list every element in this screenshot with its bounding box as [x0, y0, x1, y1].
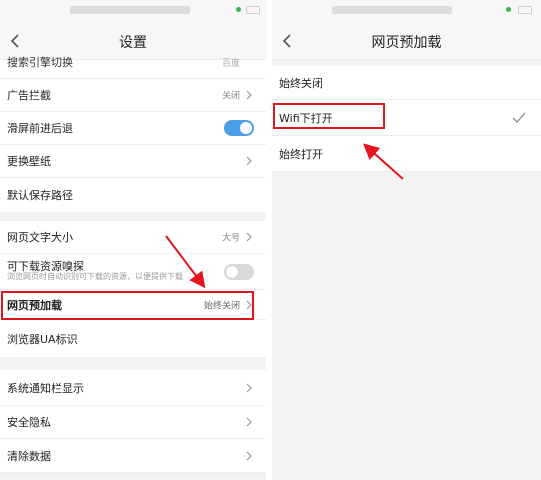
chevron-right-icon	[246, 90, 252, 100]
status-bar-faint	[70, 6, 190, 14]
battery-icon	[246, 6, 260, 14]
status-bar	[0, 0, 266, 22]
settings-row-resource-sniff[interactable]: 可下载资源嗅探 浏览网页时自动识别可下载的资源，以便提供下载	[0, 254, 266, 290]
signal-dot	[236, 7, 241, 12]
row-sublabel: 浏览网页时自动识别可下载的资源，以便提供下载	[7, 272, 183, 281]
row-label: 安全隐私	[7, 416, 51, 429]
row-value: 百度	[221, 59, 240, 69]
row-label: 默认保存路径	[7, 189, 73, 202]
settings-row-swipe-nav[interactable]: 滑屏前进后退	[0, 112, 266, 145]
page-title: 设置	[119, 35, 147, 51]
signal-dot	[506, 7, 511, 12]
option-always-on[interactable]: 始终打开	[272, 136, 541, 172]
row-label: 清除数据	[7, 449, 51, 463]
page-title: 网页预加载	[371, 35, 442, 51]
row-label: 浏览器UA标识	[7, 332, 78, 346]
resource-sniff-toggle[interactable]	[224, 263, 254, 280]
settings-row-notification[interactable]: 系统通知栏显示	[0, 370, 266, 406]
status-bar-faint	[332, 6, 452, 14]
row-label: 网页文字大小	[7, 231, 73, 244]
settings-row-ad-block[interactable]: 广告拦截 关闭	[0, 79, 266, 112]
settings-row-ua[interactable]: 浏览器UA标识	[0, 320, 266, 357]
settings-row-save-path[interactable]: 默认保存路径	[0, 178, 266, 212]
row-label: 滑屏前进后退	[7, 122, 73, 135]
settings-row-font-size[interactable]: 网页文字大小 大号	[0, 221, 266, 254]
row-label: 搜索引擎切换	[7, 56, 73, 69]
chevron-right-icon	[246, 156, 252, 166]
highlight-box-preload-row	[1, 291, 254, 320]
settings-row-privacy[interactable]: 安全隐私	[0, 406, 266, 439]
highlight-box-wifi-option	[273, 103, 385, 129]
settings-row-clear-data[interactable]: 清除数据	[0, 439, 266, 473]
status-bar	[272, 0, 541, 22]
row-label: 更换壁纸	[7, 155, 51, 168]
swipe-nav-toggle[interactable]	[224, 120, 254, 136]
settings-row-wallpaper[interactable]: 更换壁纸	[0, 145, 266, 178]
chevron-right-icon	[246, 232, 252, 242]
chevron-right-icon	[246, 383, 252, 392]
option-label: 始终打开	[279, 147, 323, 161]
settings-row-search-engine[interactable]: 搜索引擎切换 百度	[0, 56, 266, 79]
row-value: 大号	[221, 233, 240, 244]
preload-screen: 网页预加载 始终关闭 Wifi下打开 始终打开	[272, 0, 541, 480]
row-label: 系统通知栏显示	[7, 381, 84, 395]
chevron-right-icon	[246, 451, 252, 460]
settings-screen: 设置 搜索引擎切换 百度 广告拦截 关闭 滑屏前进后退 更换壁纸 默认保存路径 …	[0, 0, 266, 480]
option-always-off[interactable]: 始终关闭	[272, 66, 541, 100]
chevron-right-icon	[246, 417, 252, 427]
row-value: 关闭	[221, 91, 240, 102]
title-bar: 网页预加载	[272, 22, 541, 60]
option-label: 始终关闭	[279, 76, 323, 90]
check-icon	[512, 112, 526, 123]
battery-icon	[518, 6, 532, 14]
row-label: 广告拦截	[7, 89, 51, 102]
